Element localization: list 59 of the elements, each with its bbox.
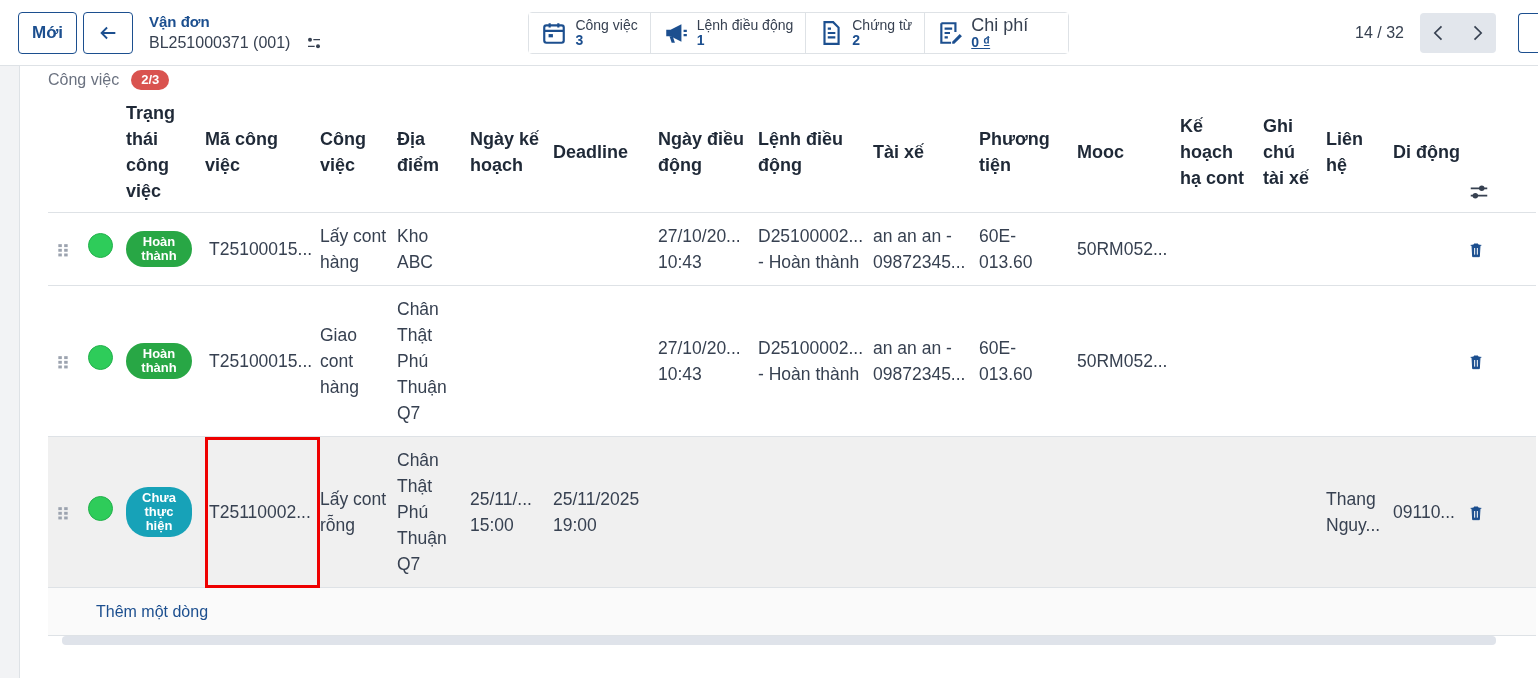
table-cell: 25/11/2025 19:00: [553, 436, 658, 588]
horizontal-scrollbar[interactable]: [62, 636, 1496, 645]
status-dot: [88, 345, 113, 370]
table-cell: Lấy cont hàng: [320, 212, 397, 286]
stat-button[interactable]: Công việc 3: [529, 12, 651, 53]
column-header[interactable]: Lệnh điều động: [758, 94, 873, 213]
table-cell: an an an - 09872345...: [873, 212, 979, 286]
column-header[interactable]: Liên hệ: [1326, 94, 1393, 213]
column-header[interactable]: Tài xế: [873, 94, 979, 213]
column-header[interactable]: Deadline: [553, 94, 658, 213]
status-label: Hoàn thành: [126, 343, 192, 379]
column-header[interactable]: Phương tiện: [979, 94, 1077, 213]
column-header[interactable]: Kế hoạch hạ cont: [1180, 94, 1263, 213]
table-cell: Chân Thật Phú Thuận Q7: [397, 436, 470, 588]
breadcrumb-link[interactable]: Vận đơn: [149, 12, 210, 30]
action-button[interactable]: [1518, 12, 1538, 53]
column-header[interactable]: Địa điểm: [397, 94, 470, 213]
table-cell: 25/11/... 15:00: [470, 436, 553, 588]
status-label: Hoàn thành: [126, 231, 192, 267]
table-cell: Kho ABC: [397, 212, 470, 286]
status-dot: [88, 496, 113, 521]
column-header[interactable]: Mooc: [1077, 94, 1180, 213]
section-title: Công việc: [48, 70, 120, 90]
column-header[interactable]: Di động: [1393, 94, 1468, 213]
column-header[interactable]: Trạng thái công việc: [126, 94, 205, 213]
edit-document-icon: [937, 19, 964, 46]
table-cell: Thang Nguy...: [1326, 436, 1393, 588]
back-button[interactable]: [83, 11, 133, 54]
trash-icon[interactable]: [1468, 353, 1484, 372]
table-cell: Chân Thật Phú Thuận Q7: [397, 285, 470, 437]
column-header[interactable]: Công việc: [320, 94, 397, 213]
new-button[interactable]: Mới: [18, 11, 77, 54]
table-cell: 27/10/20... 10:43: [658, 212, 758, 286]
column-header[interactable]: Mã công việc: [205, 94, 320, 213]
trash-icon[interactable]: [1468, 504, 1484, 523]
pager-counter: 14 / 32: [1355, 22, 1404, 43]
table-cell: 27/10/20... 10:43: [658, 285, 758, 437]
table-cell: T25100015...: [205, 212, 320, 286]
table-cell: 50RM052...: [1077, 212, 1180, 286]
column-header[interactable]: Ngày điều động: [658, 94, 758, 213]
table-cell: an an an - 09872345...: [873, 285, 979, 437]
table-cell: 50RM052...: [1077, 285, 1180, 437]
record-name: BL251000371 (001): [149, 32, 291, 53]
table-cell: Giao cont hàng: [320, 285, 397, 437]
column-header[interactable]: Ngày kế hoạch: [470, 94, 553, 213]
count-badge: 2/3: [131, 70, 170, 90]
table-cell: 60E- 013.60: [979, 285, 1077, 437]
table-cell: Lấy cont rỗng: [320, 436, 397, 588]
table-cell: T25110002...: [205, 436, 320, 588]
status-dot: [88, 233, 113, 258]
column-header[interactable]: Ghi chú tài xế: [1263, 94, 1326, 213]
trash-icon[interactable]: [1468, 241, 1484, 260]
table-cell: 60E- 013.60: [979, 212, 1077, 286]
add-line-link[interactable]: Thêm một dòng: [96, 603, 209, 620]
table-cell: 09110...: [1393, 436, 1468, 588]
table-cell: D25100002... - Hoàn thành: [758, 212, 873, 286]
status-label: Chưa thực hiện: [126, 487, 192, 537]
table-cell: T25100015...: [205, 285, 320, 437]
table-cell: D25100002... - Hoàn thành: [758, 285, 873, 437]
